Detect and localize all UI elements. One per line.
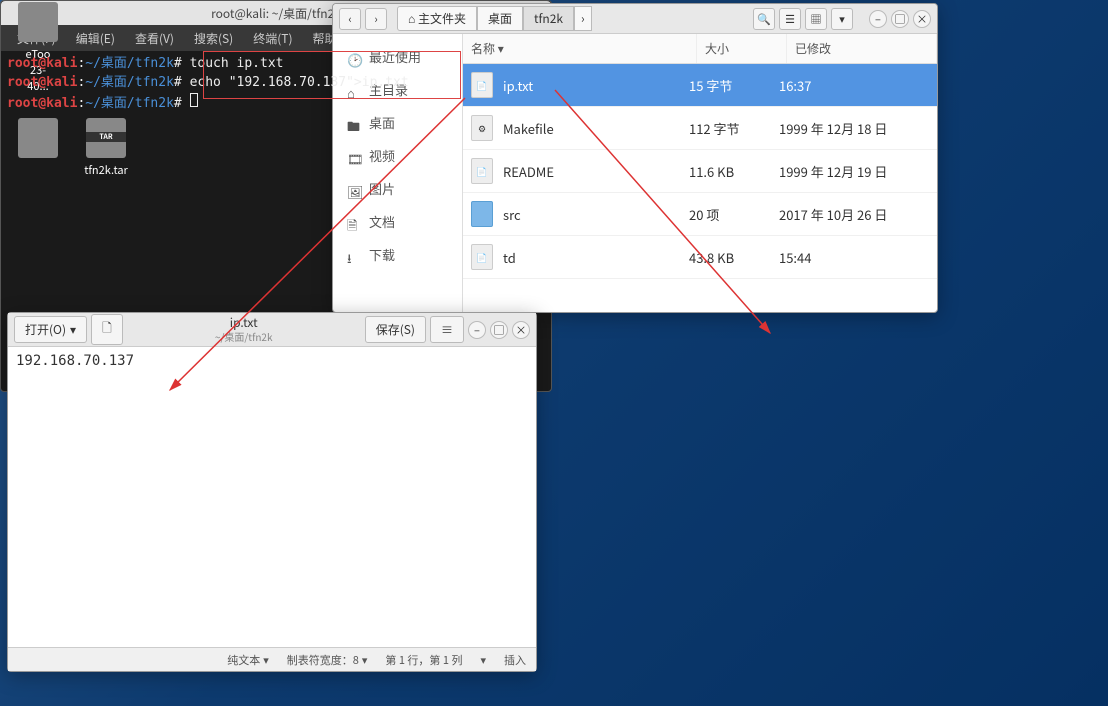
search-button[interactable]: 🔍: [753, 8, 775, 30]
view-grid-button[interactable]: ▦: [805, 8, 827, 30]
terminal-window: root@kali: ~/桌面/tfn2k 文件(F) 编辑(E) 查看(V) …: [0, 0, 552, 392]
back-button[interactable]: ‹: [339, 8, 361, 30]
forward-button[interactable]: ›: [365, 8, 387, 30]
breadcrumb-desktop[interactable]: 桌面: [477, 6, 523, 31]
editor-statusbar: 纯文本 ▾ 制表符宽度：8 ▾ 第 1 行，第 1 列 ▾ 插入: [8, 647, 536, 671]
view-list-button[interactable]: ☰: [779, 8, 801, 30]
status-tabwidth[interactable]: 制表符宽度：8 ▾: [287, 652, 368, 668]
col-size[interactable]: 大小: [697, 34, 787, 63]
generic-icon: [18, 2, 58, 42]
close-button[interactable]: ×: [913, 10, 931, 28]
maximize-button[interactable]: □: [891, 10, 909, 28]
terminal-body[interactable]: root@kali:~/桌面/tfn2k# touch ip.txt root@…: [1, 51, 551, 391]
menu-view[interactable]: 查看(V): [125, 30, 184, 47]
menu-terminal[interactable]: 终端(T): [243, 30, 302, 47]
breadcrumb-home[interactable]: ⌂ 主文件夹: [397, 6, 477, 31]
status-position: 第 1 行，第 1 列: [385, 652, 462, 668]
breadcrumb: ⌂ 主文件夹 桌面 tfn2k ›: [397, 6, 749, 31]
menu-edit[interactable]: 编辑(E): [66, 30, 125, 47]
editor-content[interactable]: 192.168.70.137: [8, 347, 536, 647]
breadcrumb-more[interactable]: ›: [574, 6, 592, 31]
menu-button[interactable]: ▾: [831, 8, 853, 30]
col-modified[interactable]: 已修改: [787, 34, 937, 63]
terminal-cursor: [190, 93, 198, 107]
menu-search[interactable]: 搜索(S): [184, 30, 243, 47]
minimize-button[interactable]: –: [869, 10, 887, 28]
breadcrumb-folder[interactable]: tfn2k: [523, 6, 574, 31]
status-mode: 插入: [504, 652, 526, 668]
fm-titlebar[interactable]: ‹ › ⌂ 主文件夹 桌面 tfn2k › 🔍 ☰ ▦ ▾ – □ ×: [333, 4, 937, 34]
status-type[interactable]: 纯文本 ▾: [227, 652, 269, 668]
